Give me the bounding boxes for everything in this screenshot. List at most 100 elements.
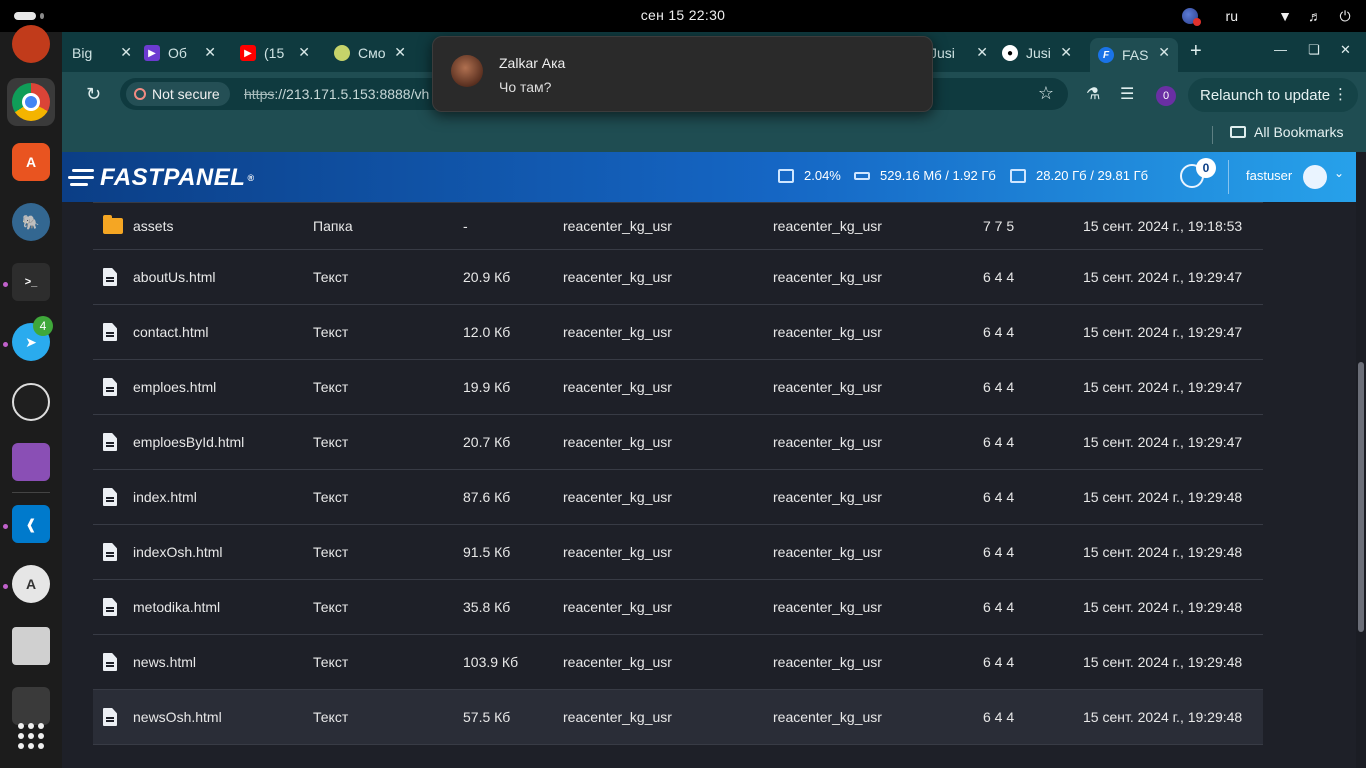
relaunch-to-update-button[interactable]: Relaunch to update ⋮ [1188,78,1358,112]
table-row[interactable]: assets Папка - reacenter_kg_usr reacente… [93,202,1263,250]
not-secure-chip[interactable]: Not secure [126,82,230,106]
file-name[interactable]: newsOsh.html [133,709,222,725]
all-bookmarks-label: All Bookmarks [1254,124,1344,140]
file-permissions[interactable]: 6 4 4 [983,269,1014,285]
tab-0[interactable]: Big ✕ [72,38,132,68]
table-row[interactable]: emploesById.html Текст 20.7 Кб reacenter… [93,415,1263,470]
profile-avatar[interactable]: 0 [1156,86,1176,106]
file-name[interactable]: index.html [133,489,197,505]
power-icon[interactable]: ⏻ [1336,8,1354,25]
postgres-icon: 🐘 [12,203,50,241]
tab-1[interactable]: ▶ Об ✕ [144,38,216,68]
keyboard-layout-indicator[interactable]: ru [1226,8,1238,24]
close-icon[interactable]: ✕ [1158,44,1170,61]
table-row[interactable]: indexOsh.html Текст 91.5 Кб reacenter_kg… [93,525,1263,580]
user-avatar-icon[interactable] [1303,165,1327,189]
file-permissions[interactable]: 6 4 4 [983,544,1014,560]
close-icon[interactable]: ✕ [204,44,216,61]
scrollbar-thumb[interactable] [1358,362,1364,632]
labs-flask-icon[interactable]: ⚗ [1086,84,1100,104]
new-tab-button[interactable]: + [1190,40,1202,63]
tab-3[interactable]: Смо ✕ [334,38,406,68]
close-icon[interactable]: ✕ [298,44,310,61]
tab-2[interactable]: ▶ (15 ✕ [240,38,310,68]
file-permissions[interactable]: 6 4 4 [983,709,1014,725]
dock-obs[interactable] [7,378,55,426]
more-vert-icon[interactable]: ⋮ [1333,85,1348,103]
not-secure-label: Not secure [152,86,220,102]
tab-label: Big [72,45,93,61]
file-modified-date: 15 сент. 2024 г., 19:29:47 [1083,324,1243,340]
dock-chrome-dev[interactable] [7,78,55,126]
file-name[interactable]: metodika.html [133,599,220,615]
folder-icon [103,215,123,234]
url-text[interactable]: https://213.171.5.153:8888/vh [244,86,429,102]
sender-avatar [451,55,483,87]
chevron-down-icon[interactable]: ⌄ [1334,166,1344,180]
ram-icon [854,171,870,180]
dock-terminal[interactable]: >_ [7,258,55,306]
system-clock[interactable]: сен 15 22:30 [0,7,1366,23]
file-icon [103,708,117,726]
reload-icon[interactable]: ↻ [86,84,101,105]
close-icon[interactable]: ✕ [1060,44,1072,61]
minimize-button[interactable]: — [1274,42,1287,57]
table-row[interactable]: contact.html Текст 12.0 Кб reacenter_kg_… [93,305,1263,360]
table-row[interactable]: newsOsh.html Текст 57.5 Кб reacenter_kg_… [93,690,1263,745]
file-permissions[interactable]: 7 7 5 [983,218,1014,234]
file-permissions[interactable]: 6 4 4 [983,379,1014,395]
file-name[interactable]: emploes.html [133,379,216,395]
table-row[interactable]: index.html Текст 87.6 Кб reacenter_kg_us… [93,470,1263,525]
file-permissions[interactable]: 6 4 4 [983,489,1014,505]
file-modified-date: 15 сент. 2024 г., 19:29:47 [1083,379,1243,395]
fastpanel-logo[interactable]: FASTPANEL ® [68,164,255,192]
file-permissions[interactable]: 6 4 4 [983,434,1014,450]
dock: A 🐘 >_ ➤ 4 ❰ A [0,25,62,768]
table-row[interactable]: metodika.html Текст 35.8 Кб reacenter_kg… [93,580,1263,635]
table-row[interactable]: emploes.html Текст 19.9 Кб reacenter_kg_… [93,360,1263,415]
folder-icon [1230,126,1246,138]
username[interactable]: fastuser [1246,168,1292,183]
dock-postgres[interactable]: 🐘 [7,198,55,246]
file-name[interactable]: aboutUs.html [133,269,215,285]
file-permissions[interactable]: 6 4 4 [983,599,1014,615]
file-name[interactable]: indexOsh.html [133,544,222,560]
close-icon[interactable]: ✕ [394,44,406,61]
dock-vscode[interactable]: ❰ [7,500,55,548]
table-row[interactable]: news.html Текст 103.9 Кб reacenter_kg_us… [93,635,1263,690]
bookmark-star-icon[interactable]: ☆ [1038,83,1054,104]
media-queue-icon[interactable]: ☰ [1120,84,1134,104]
maximize-button[interactable]: ❏ [1308,42,1320,58]
file-name[interactable]: emploesById.html [133,434,244,450]
file-owner: reacenter_kg_usr [563,324,672,340]
file-type: Текст [313,489,349,505]
table-row[interactable]: aboutUs.html Текст 20.9 Кб reacenter_kg_… [93,250,1263,305]
tab-4[interactable]: Jusi ✕ [930,38,988,68]
fastpanel-header: FASTPANEL ® 2.04% 529.16 Мб / 1.92 Гб 28.… [62,152,1356,202]
file-icon [103,543,117,561]
dock-text-editor[interactable] [7,622,55,670]
all-bookmarks-button[interactable]: All Bookmarks [1230,124,1343,140]
wifi-icon[interactable]: ▼ [1276,8,1294,24]
close-window-button[interactable]: ✕ [1340,42,1351,58]
dock-firefox[interactable] [7,20,55,68]
show-apps-button[interactable] [7,712,55,760]
close-icon[interactable]: ✕ [976,44,988,61]
dock-software[interactable]: A [7,560,55,608]
notification-popup[interactable]: Zalkar Ака Чо там? [432,36,933,112]
dock-telegram[interactable]: ➤ 4 [7,316,55,366]
file-permissions[interactable]: 6 4 4 [983,654,1014,670]
file-name[interactable]: assets [133,218,173,234]
file-permissions[interactable]: 6 4 4 [983,324,1014,340]
extension-icon[interactable] [1181,8,1201,26]
file-name[interactable]: contact.html [133,324,208,340]
dock-files[interactable] [7,438,55,486]
file-name[interactable]: news.html [133,654,196,670]
dock-separator [12,492,50,493]
close-icon[interactable]: ✕ [120,44,132,61]
tab-6-active[interactable]: F FAS ✕ [1090,38,1178,72]
volume-icon[interactable]: ♬ [1306,8,1324,24]
telegram-unread-badge: 4 [33,316,53,336]
tab-5[interactable]: ● Jusi ✕ [1002,38,1072,68]
dock-app-store[interactable]: A [7,138,55,186]
